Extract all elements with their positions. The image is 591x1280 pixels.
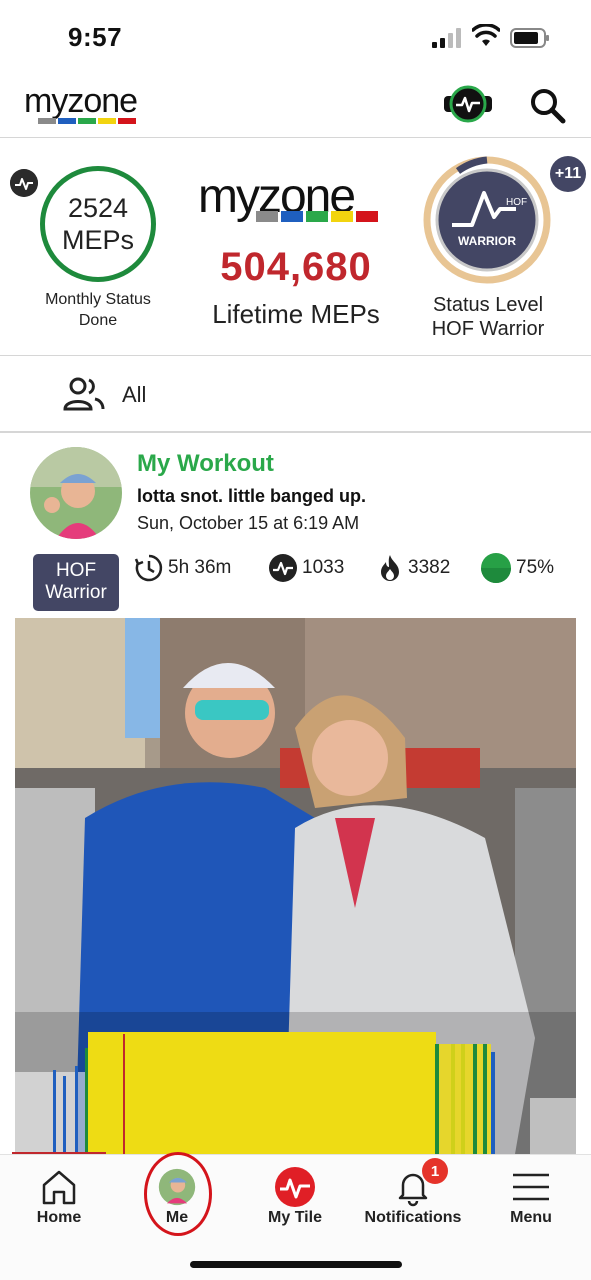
status-level-line1: Status Level [432, 294, 544, 316]
tab-home[interactable]: Home [0, 1155, 118, 1245]
lifetime-meps-label: Lifetime MEPs [212, 299, 380, 329]
hof-badge-line2: Warrior [45, 582, 107, 603]
metric-duration: 5h 36m [134, 553, 231, 583]
logo-color-bars-large [256, 211, 378, 222]
workout-note: lotta snot. little banged up. [137, 486, 366, 506]
meps-icon [10, 169, 38, 197]
heart-rate-belt-icon[interactable] [444, 84, 492, 124]
wifi-icon [472, 24, 500, 46]
feed-filter[interactable]: All [0, 357, 591, 433]
workout-title[interactable]: My Workout [137, 450, 274, 478]
tab-notifications-label: Notifications [364, 1209, 462, 1226]
workout-date: Sun, October 15 at 6:19 AM [137, 513, 360, 533]
user-avatar[interactable] [30, 447, 122, 539]
hof-badge-line1: HOF [55, 560, 97, 581]
status-bar: 9:57 [0, 0, 591, 70]
meps-value: 1033 [302, 557, 345, 578]
monthly-meps-unit: MEPs [61, 225, 134, 255]
effort-value: 75% [516, 557, 555, 578]
duration-value: 5h 36m [168, 557, 232, 578]
hof-warrior-badge: HOF Warrior [33, 554, 119, 611]
monthly-status-line2: Done [78, 312, 118, 329]
status-time: 9:57 [68, 22, 123, 52]
monthly-status: Monthly Status Done [20, 289, 176, 331]
status-level-text: Status Level HOF Warrior [400, 293, 576, 341]
effort-zone-chart [15, 1012, 576, 1154]
logo-color-bars [38, 118, 136, 124]
lifetime-meps-value: 504,680 [220, 245, 372, 289]
effort-chart-bars-main [88, 1032, 495, 1154]
tab-my-tile[interactable]: My Tile [236, 1155, 354, 1245]
monthly-meps-ring[interactable]: 2524 MEPs [40, 166, 156, 282]
myzone-logo[interactable]: myzone [24, 82, 154, 124]
home-indicator[interactable] [190, 1261, 402, 1268]
notification-count-badge: 1 [422, 1158, 448, 1184]
status-level-badge[interactable]: HOF WARRIOR [422, 155, 552, 285]
tab-home-label: Home [36, 1209, 82, 1226]
my-tile-icon [275, 1167, 315, 1207]
metric-calories: 3382 [376, 553, 450, 583]
stats-panel: 2524 MEPs Monthly Status Done myzone 504… [0, 139, 591, 356]
effort-chart-bars-cooldown [530, 1098, 576, 1154]
duration-clock-icon [134, 554, 163, 582]
monthly-meps-value: 2524 [67, 193, 129, 223]
tab-notifications[interactable]: Notifications [354, 1155, 472, 1245]
cellular-signal-icon [432, 28, 461, 48]
tab-my-tile-label: My Tile [268, 1209, 322, 1226]
home-icon [42, 1170, 76, 1205]
extra-badges-count[interactable]: +11 [550, 156, 586, 192]
status-badge-top-text: HOF [506, 197, 527, 208]
app-header: myzone [0, 70, 591, 138]
metric-meps: 1033 [268, 553, 344, 583]
flame-icon [381, 555, 399, 581]
people-icon [63, 377, 105, 411]
status-level-line2: HOF Warrior [431, 318, 545, 340]
metric-effort: 75% [480, 553, 554, 583]
meps-icon [269, 554, 297, 582]
logo-text: myzone [24, 82, 138, 120]
battery-icon [510, 28, 549, 48]
status-badge-bottom-text: WARRIOR [458, 234, 516, 248]
effort-zone-icon [481, 553, 511, 583]
tab-menu-label: Menu [510, 1209, 552, 1226]
search-icon[interactable] [528, 86, 568, 126]
tab-menu[interactable]: Menu [472, 1155, 590, 1245]
selected-tab-ring [144, 1152, 212, 1236]
calories-value: 3382 [408, 557, 451, 578]
workout-photo[interactable] [15, 618, 576, 1154]
filter-label: All [122, 382, 147, 407]
monthly-status-line1: Monthly Status [45, 291, 151, 308]
hamburger-menu-icon [513, 1173, 549, 1201]
